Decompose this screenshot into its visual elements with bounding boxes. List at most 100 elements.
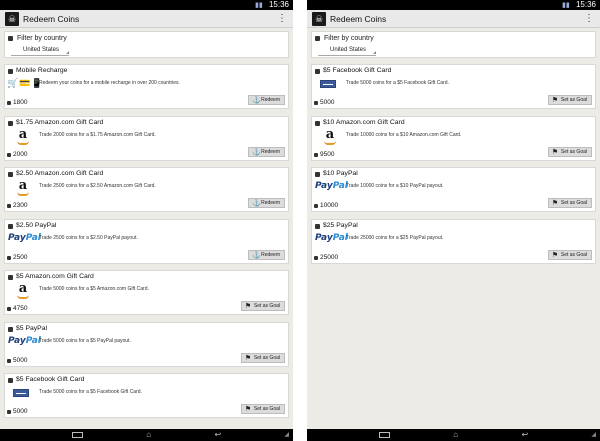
filter-panel: Filter by country United States [4,31,289,58]
coin-icon [315,69,320,74]
reward-price: 2300 [7,202,27,209]
app-logo-icon[interactable]: ☠ [312,11,326,26]
system-nav-bar: ⌂ ↩ ◢ [307,429,600,441]
coin-icon [7,255,11,260]
set-as-goal-button[interactable]: ⚑ Set as Goal [547,146,592,157]
reward-price: 2000 [7,151,27,158]
reward-price-value: 5000 [13,408,28,415]
reward-card[interactable]: $5 PayPal PayPal Trade 5000 coins for a $5… [4,321,289,367]
reward-price: 9500 [314,151,334,158]
coin-icon [7,358,11,363]
redeem-button[interactable]: ⚓ Redeem [248,249,285,260]
coin-icon [7,307,11,311]
coin-icon [8,36,13,41]
filter-title: Filter by country [17,35,67,42]
app-bar: ☠ Redeem Coins ⋮ [0,10,293,28]
set-as-goal-button[interactable]: ⚑ Set as Goal [547,95,592,105]
action-label: Redeem [261,251,280,258]
amazon-letter: a [325,126,335,142]
amazon-logo-icon: a [12,179,34,198]
reward-price-value: 5000 [13,356,28,364]
reward-price: 1800 [7,99,27,106]
flag-icon: ⚑ [551,251,559,259]
reward-card[interactable]: $10 Amazon.com Gift Card a Trade 10000 coi… [311,115,596,161]
paypal-logo-icon: PayPal [8,233,41,243]
country-select-value: United States [23,47,60,53]
home-icon[interactable]: ⌂ [453,429,458,441]
action-label: Set as Goal [253,406,280,412]
back-icon[interactable]: ↩ [522,429,529,441]
redeem-button[interactable]: ⚓ Redeem [248,198,285,208]
reward-price-value: 2300 [13,202,28,209]
status-bar: ▮▮ 15:36 [0,0,293,10]
set-as-goal-button[interactable]: ⚑ Set as Goal [240,404,285,414]
back-icon[interactable]: ↩ [215,429,222,441]
coin-icon [314,204,318,208]
overflow-menu-icon[interactable]: ⋮ [584,13,594,24]
anchor-icon: ⚓ [252,251,261,259]
content: Filter by country United States Mobile R… [0,28,293,429]
amazon-letter: a [18,281,28,296]
status-time: 15:36 [575,0,596,9]
reward-price: 4750 [7,305,27,312]
reward-description: Trade 5000 coins for a $5 Facebook Gift … [346,80,449,86]
overflow-menu-icon[interactable]: ⋮ [277,13,287,24]
reward-description: Trade 2500 coins for a $2.50 PayPal payo… [39,234,138,241]
dropdown-triangle-icon [66,51,69,54]
reward-price-value: 2500 [13,253,28,261]
flag-icon: ⚑ [551,200,559,207]
set-as-goal-button[interactable]: ⚑ Set as Goal [240,301,285,311]
paypal-logo-icon: PayPal [8,336,41,346]
reward-card[interactable]: $2.50 Amazon.com Gift Card a Trade 2500 co… [4,167,289,212]
action-label: Redeem [261,148,280,155]
reward-card[interactable]: $1.75 Amazon.com Gift Card a Trade 2000 co… [4,115,289,161]
action-label: Set as Goal [560,251,587,258]
paypal-pay-text: Pay [315,181,333,191]
coin-icon [7,410,11,414]
paypal-logo-icon: PayPal [315,181,348,191]
action-label: Set as Goal [560,200,587,206]
reward-description: Trade 25000 coins for a $25 PayPal payou… [346,234,444,241]
reward-card[interactable]: $5 Facebook Gift Card Trade 5000 coins fo… [311,64,596,109]
app-logo-icon[interactable]: ☠ [5,11,19,26]
recent-apps-icon[interactable] [378,432,390,438]
redeem-button[interactable]: ⚓ Redeem [248,95,285,105]
coin-icon [8,378,13,383]
reward-description: Trade 5000 coins for a $5 Amazon.com Gif… [39,286,149,292]
reward-title: $5 Facebook Gift Card [323,67,392,74]
reward-description: Trade 10000 coins for a $10 PayPal payou… [346,183,444,189]
country-select[interactable]: United States [11,46,69,56]
amazon-letter: a [18,126,28,142]
reward-card[interactable]: $25 PayPal PayPal Trade 25000 coins for a … [311,218,596,264]
redeem-button[interactable]: ⚓ Redeem [248,146,285,157]
coin-icon [314,101,318,105]
home-icon[interactable]: ⌂ [146,429,151,441]
coin-icon [7,152,11,157]
flag-icon: ⚑ [244,406,252,413]
reward-price-value: 9500 [320,150,335,158]
reward-card[interactable]: $2.50 PayPal PayPal Trade 2500 coins for a… [4,218,289,264]
set-as-goal-button[interactable]: ⚑ Set as Goal [547,198,592,208]
recent-apps-icon[interactable] [71,432,83,438]
reward-price-value: 25000 [320,253,339,261]
app-title: Redeem Coins [23,13,80,24]
action-label: Set as Goal [560,148,587,155]
screen-right: ▮▮ 15:36 ☠ Redeem Coins ⋮ Filter by coun… [307,0,600,441]
action-label: Set as Goal [253,303,280,309]
anchor-icon: ⚓ [252,200,261,207]
reward-card[interactable]: Mobile Recharge 🛒💳📱 Redeem your coins for … [4,64,289,109]
screens: ▮▮ 15:36 ☠ Redeem Coins ⋮ Filter by coun… [0,0,600,441]
set-as-goal-button[interactable]: ⚑ Set as Goal [547,249,592,260]
anchor-icon: ⚓ [252,97,261,104]
reward-title: $25 PayPal [323,221,358,229]
reward-card[interactable]: $5 Amazon.com Gift Card a Trade 5000 coins… [4,270,289,315]
reward-description: Trade 2000 coins for a $1.75 Amazon.com … [39,131,156,138]
reward-card[interactable]: $5 Facebook Gift Card Trade 5000 coins fo… [4,373,289,418]
flag-icon: ⚑ [551,97,559,104]
coin-icon [8,120,13,126]
status-bar: ▮▮ 15:36 [307,0,600,10]
country-select[interactable]: United States [318,46,376,56]
reward-card[interactable]: $10 PayPal PayPal Trade 10000 coins for a … [311,167,596,212]
filter-title: Filter by country [324,35,374,42]
set-as-goal-button[interactable]: ⚑ Set as Goal [240,352,285,363]
